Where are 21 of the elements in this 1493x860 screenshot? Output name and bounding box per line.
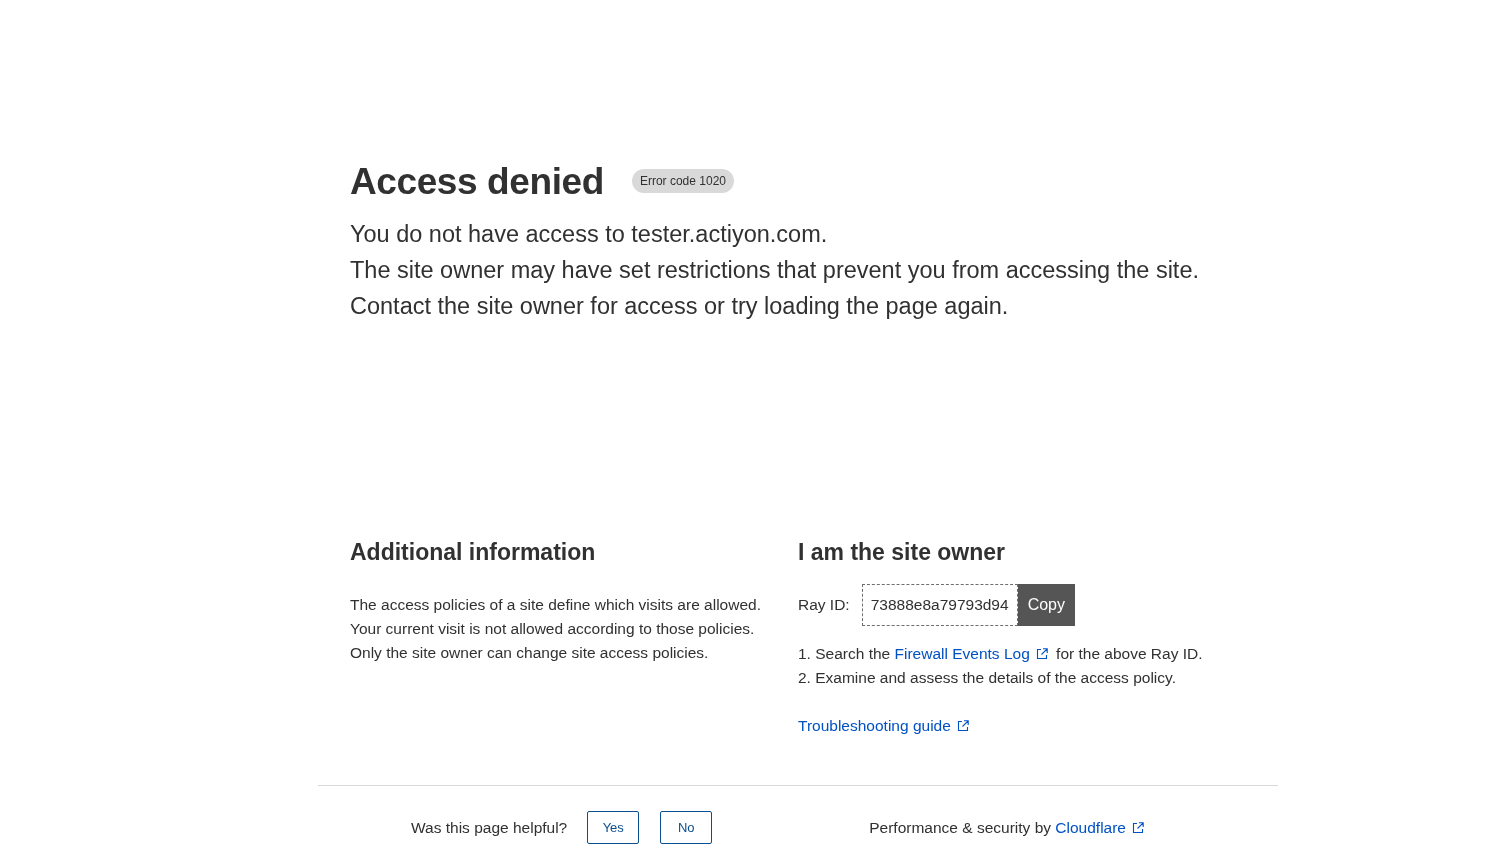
page-title: Access denied (350, 160, 604, 204)
step-text: 2. Examine and assess the details of the access policy. (798, 668, 1177, 688)
ray-id-label: Ray ID: (798, 596, 850, 614)
external-link-icon (956, 720, 969, 732)
external-link-icon (1035, 648, 1048, 660)
credit-text: Performance & security by Cloudflare (869, 818, 1148, 837)
ray-id-value: 73888e8a79793d94 (861, 584, 1018, 626)
step-text: 1. Search the Firewall Events Log for the above Ray ID. (798, 644, 1204, 664)
external-link-icon (1132, 821, 1144, 834)
feedback-prompt: Was this page helpful? (411, 818, 568, 837)
troubleshooting-link[interactable]: Troubleshooting guide (798, 717, 973, 734)
error-code-badge: Error code 1020 (631, 169, 734, 193)
firewall-log-link[interactable]: Firewall Events Log (894, 645, 1052, 662)
section-heading: Additional information (350, 538, 597, 567)
no-button[interactable]: No (660, 811, 713, 844)
cloudflare-link[interactable]: Cloudflare (1055, 818, 1148, 836)
info-paragraph: The access policies of a site define which visits are allowed. Your current visit is not allowed according to those policies. Only the site owner can change site access policies. (350, 595, 762, 663)
section-heading: I am the site owner (798, 538, 1007, 567)
copy-button[interactable]: Copy (1017, 584, 1075, 626)
yes-button[interactable]: Yes (587, 811, 640, 844)
error-message: You do not have access to tester.actiyon.com. The site owner may have set restrictions that prevent you from accessing the site. Contact the site owner for access or try loading the page again. (350, 220, 1200, 321)
